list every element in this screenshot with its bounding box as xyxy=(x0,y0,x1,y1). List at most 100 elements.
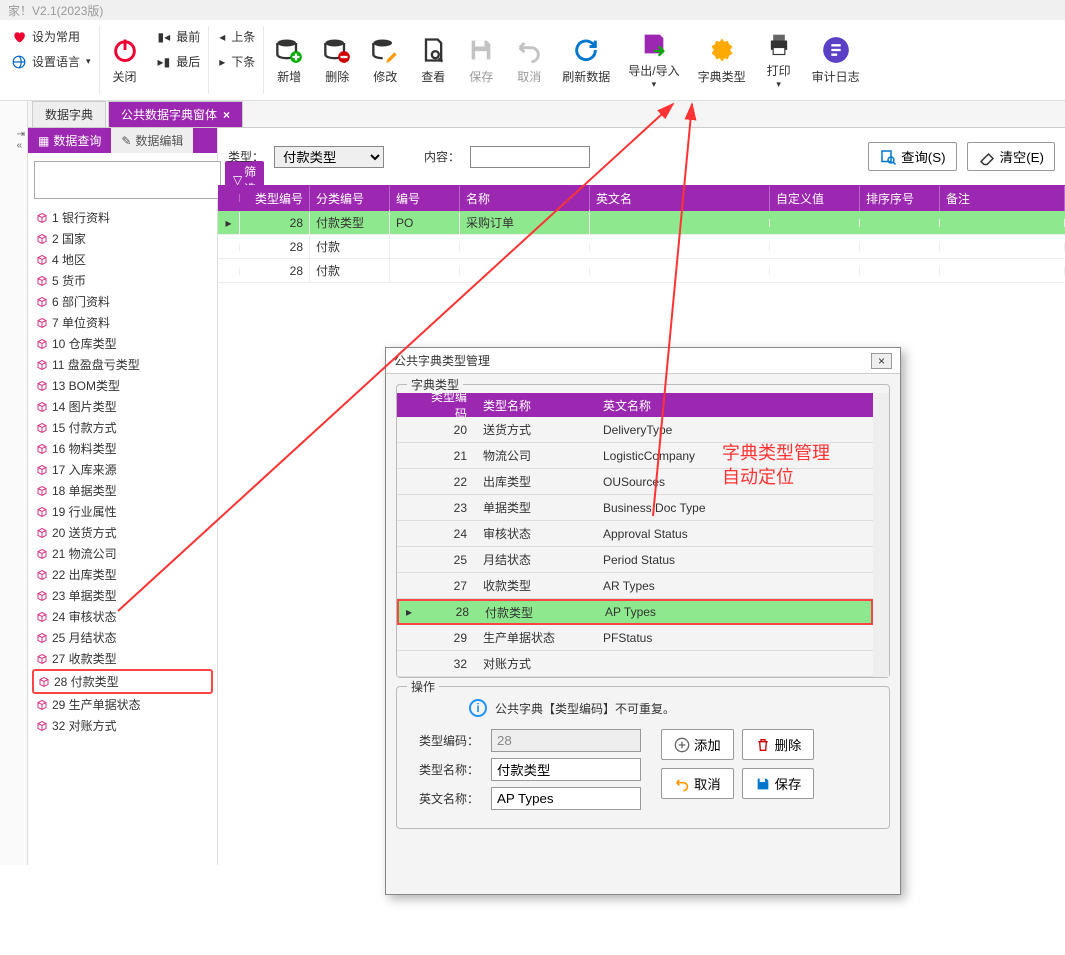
add-btn[interactable]: 添加 xyxy=(661,729,734,760)
first-button[interactable]: ▮◂最前 xyxy=(154,26,205,47)
trash-icon xyxy=(755,737,771,753)
search-button[interactable]: 查询(S) xyxy=(868,142,956,171)
dict-row[interactable]: 24审核状态Approval Status xyxy=(397,521,873,547)
name-input[interactable] xyxy=(491,758,641,781)
dict-row[interactable]: ▸28付款类型AP Types xyxy=(397,599,873,625)
audit-icon xyxy=(822,36,850,64)
expand-icon[interactable]: ⇥« xyxy=(17,129,25,151)
dict-type-button[interactable]: 字典类型 xyxy=(690,26,754,94)
inner-grid-header: 类型编码 类型名称 英文名称 xyxy=(397,393,873,417)
db-add-icon xyxy=(275,36,303,64)
dict-row[interactable]: 32对账方式 xyxy=(397,651,873,677)
tree-item-27[interactable]: 27 收款类型 xyxy=(32,648,213,669)
tree-item-29[interactable]: 29 生产单据状态 xyxy=(32,694,213,715)
dict-row[interactable]: 23单据类型Business Doc Type xyxy=(397,495,873,521)
view-button[interactable]: 查看 xyxy=(410,26,456,94)
undo-icon xyxy=(515,36,543,64)
dict-type-dialog: 公共字典类型管理 × 字典类型 类型编码 类型名称 英文名称 xyxy=(385,347,901,895)
inner-grid-body: 20送货方式DeliveryType21物流公司LogisticCompany2… xyxy=(397,417,873,677)
grid-row[interactable]: 28付款 xyxy=(218,235,1065,259)
add-button[interactable]: 新增 xyxy=(266,26,312,94)
clear-button[interactable]: 清空(E) xyxy=(967,142,1055,171)
tree-item-23[interactable]: 23 单据类型 xyxy=(32,585,213,606)
dict-row[interactable]: 21物流公司LogisticCompany xyxy=(397,443,873,469)
delete-button[interactable]: 删除 xyxy=(314,26,360,94)
dict-row[interactable]: 25月结状态Period Status xyxy=(397,547,873,573)
cancel-button[interactable]: 取消 xyxy=(506,26,552,94)
refresh-icon xyxy=(572,36,600,64)
tab-data-dict[interactable]: 数据字典 xyxy=(32,101,106,127)
subtab-edit[interactable]: ✎数据编辑 xyxy=(111,128,193,153)
tree-item-13[interactable]: 13 BOM类型 xyxy=(32,375,213,396)
type-select[interactable]: 付款类型 xyxy=(274,146,384,168)
print-button[interactable]: 打印▾ xyxy=(756,26,802,94)
tree-item-19[interactable]: 19 行业属性 xyxy=(32,501,213,522)
db-del-icon xyxy=(323,36,351,64)
code-input xyxy=(491,729,641,752)
tree-item-15[interactable]: 15 付款方式 xyxy=(32,417,213,438)
plus-icon xyxy=(674,737,690,753)
tree-item-17[interactable]: 17 入库来源 xyxy=(32,459,213,480)
op-group-label: 操作 xyxy=(407,678,439,695)
tree-item-5[interactable]: 5 货币 xyxy=(32,270,213,291)
content-input[interactable] xyxy=(470,146,590,168)
tree-item-24[interactable]: 24 审核状态 xyxy=(32,606,213,627)
dialog-close-button[interactable]: × xyxy=(871,353,892,369)
first-icon: ▮◂ xyxy=(158,30,171,44)
tree-item-6[interactable]: 6 部门资料 xyxy=(32,291,213,312)
dict-row[interactable]: 20送货方式DeliveryType xyxy=(397,417,873,443)
tree-item-10[interactable]: 10 仓库类型 xyxy=(32,333,213,354)
subtab-query[interactable]: ▦数据查询 xyxy=(28,128,111,153)
export-button[interactable]: 导出/导入▾ xyxy=(620,26,687,94)
tree-item-20[interactable]: 20 送货方式 xyxy=(32,522,213,543)
tree-item-4[interactable]: 4 地区 xyxy=(32,249,213,270)
tree-item-7[interactable]: 7 单位资料 xyxy=(32,312,213,333)
main-toolbar: 设为常用 设置语言▾ 关闭 ▮◂最前 ▸▮最后 ◂上条 ▸下条 新增 删除 修改… xyxy=(0,20,1065,101)
info-icon: i xyxy=(469,699,487,717)
print-icon xyxy=(765,30,793,58)
tree-item-14[interactable]: 14 图片类型 xyxy=(32,396,213,417)
save-btn[interactable]: 保存 xyxy=(742,768,815,799)
edit-button[interactable]: 修改 xyxy=(362,26,408,94)
dict-row[interactable]: 27收款类型AR Types xyxy=(397,573,873,599)
set-lang-button[interactable]: 设置语言▾ xyxy=(8,51,95,72)
filter-input[interactable] xyxy=(34,161,221,199)
close-icon[interactable]: × xyxy=(223,108,230,122)
prev-button[interactable]: ◂上条 xyxy=(215,26,259,47)
tree-item-16[interactable]: 16 物料类型 xyxy=(32,438,213,459)
en-input[interactable] xyxy=(491,787,641,810)
tree-item-1[interactable]: 1 银行资料 xyxy=(32,207,213,228)
scrollbar[interactable] xyxy=(873,393,889,677)
grid-row[interactable]: ▸28付款类型PO采购订单 xyxy=(218,211,1065,235)
tree-item-11[interactable]: 11 盘盈盘亏类型 xyxy=(32,354,213,375)
type-label: 类型： xyxy=(228,148,264,165)
last-button[interactable]: ▸▮最后 xyxy=(154,51,205,72)
en-label: 英文名称： xyxy=(409,790,479,807)
save-icon xyxy=(755,776,771,792)
gear-icon xyxy=(708,36,736,64)
audit-button[interactable]: 审计日志 xyxy=(804,26,868,94)
next-button[interactable]: ▸下条 xyxy=(215,51,259,72)
code-label: 类型编码： xyxy=(409,732,479,749)
dict-row[interactable]: 29生产单据状态PFStatus xyxy=(397,625,873,651)
cancel-btn[interactable]: 取消 xyxy=(661,768,734,799)
tree-item-25[interactable]: 25 月结状态 xyxy=(32,627,213,648)
del-btn[interactable]: 删除 xyxy=(742,729,815,760)
set-common-button[interactable]: 设为常用 xyxy=(8,26,95,47)
tree-item-28[interactable]: 28 付款类型 xyxy=(32,669,213,694)
dict-row[interactable]: 22出库类型OUSources xyxy=(397,469,873,495)
grid-row[interactable]: 28付款 xyxy=(218,259,1065,283)
title-bar: 家！V2.1(2023版) xyxy=(0,0,1065,20)
refresh-button[interactable]: 刷新数据 xyxy=(554,26,618,94)
close-button[interactable]: 关闭 xyxy=(102,26,148,94)
tree-item-32[interactable]: 32 对账方式 xyxy=(32,715,213,736)
dialog-title: 公共字典类型管理 xyxy=(394,352,490,369)
grid-header: 类型编号 分类编号 编号 名称 英文名 自定义值 排序序号 备注 xyxy=(218,185,1065,211)
tree-item-22[interactable]: 22 出库类型 xyxy=(32,564,213,585)
tree-item-2[interactable]: 2 国家 xyxy=(32,228,213,249)
tab-public-dict[interactable]: 公共数据字典窗体× xyxy=(108,101,243,127)
tree-item-18[interactable]: 18 单据类型 xyxy=(32,480,213,501)
save-button[interactable]: 保存 xyxy=(458,26,504,94)
content-label: 内容： xyxy=(424,148,460,165)
tree-item-21[interactable]: 21 物流公司 xyxy=(32,543,213,564)
